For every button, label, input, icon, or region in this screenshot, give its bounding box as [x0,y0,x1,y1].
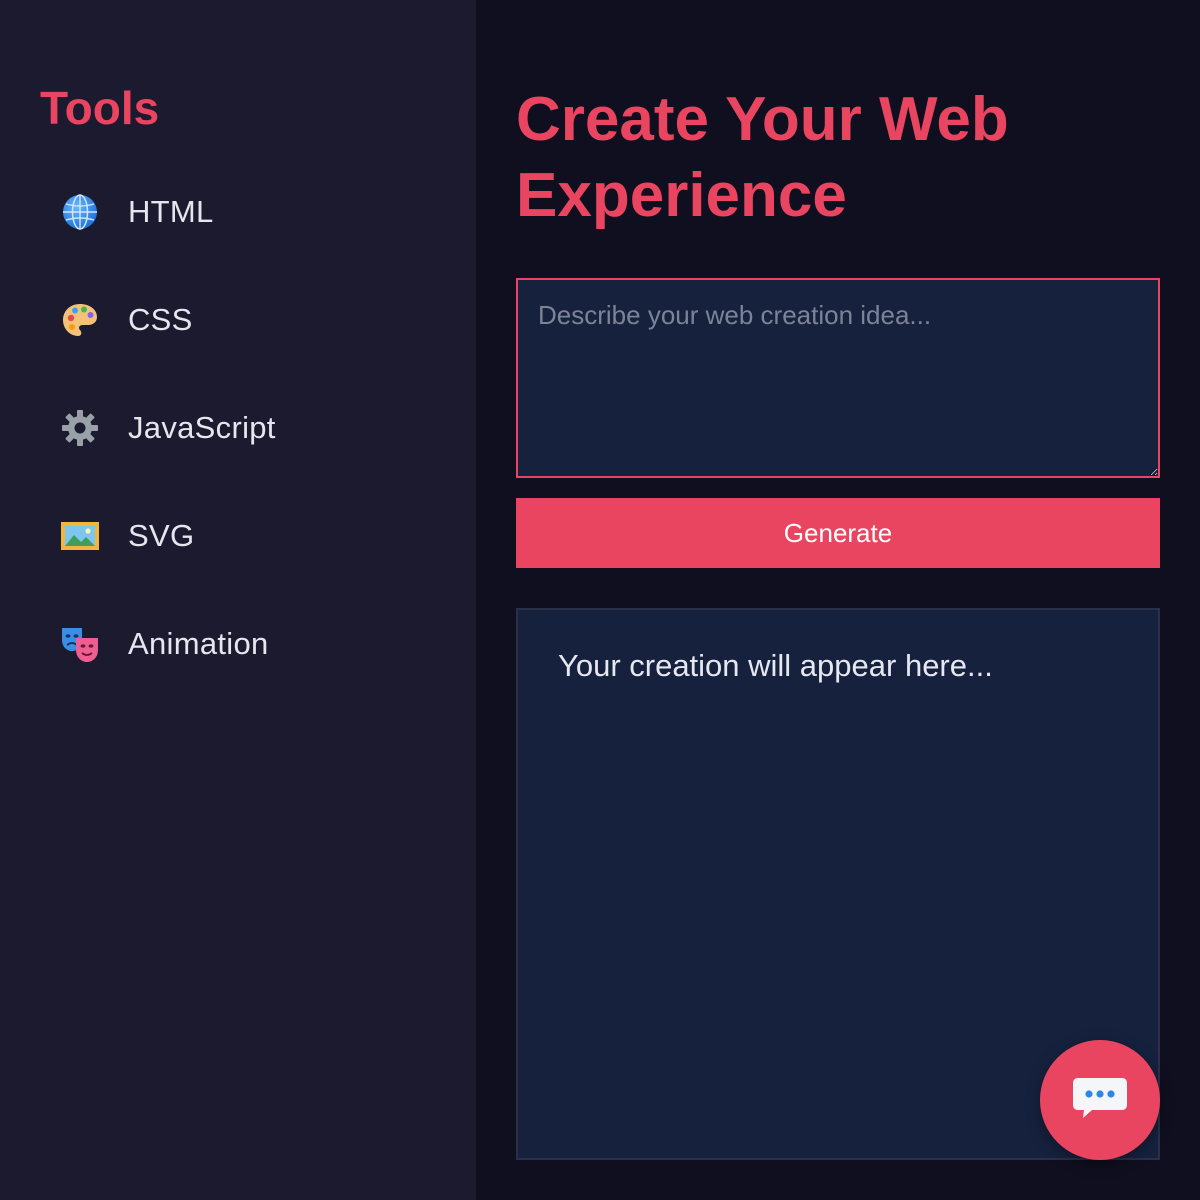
sidebar-item-html[interactable]: HTML [40,158,436,266]
globe-icon [60,192,100,232]
sidebar-item-label: Animation [128,626,269,661]
theater-masks-icon [60,624,100,664]
page-title: Create Your Web Experience [516,85,1009,230]
sidebar-item-javascript[interactable]: JavaScript [40,374,436,482]
generate-button[interactable]: Generate [516,498,1160,568]
sidebar-item-svg[interactable]: SVG [40,482,436,590]
main-content: Create Your Web Experience Generate Your… [476,0,1200,1200]
palette-icon [60,300,100,340]
sidebar: Tools HTML CSS JavaScript SVG Animation [0,0,476,1200]
gear-icon [60,408,100,448]
sidebar-item-label: CSS [128,302,193,337]
app-window: Tools HTML CSS JavaScript SVG Animation … [0,0,1200,1200]
idea-input[interactable] [516,278,1160,478]
output-placeholder: Your creation will appear here... [558,648,993,683]
sidebar-item-label: HTML [128,194,214,229]
sidebar-item-label: SVG [128,518,195,553]
sidebar-title: Tools [40,82,160,134]
sidebar-item-animation[interactable]: Animation [40,590,436,698]
sidebar-item-css[interactable]: CSS [40,266,436,374]
sidebar-item-label: JavaScript [128,410,276,445]
chat-button[interactable] [1040,1040,1160,1160]
framed-picture-icon [60,516,100,556]
tool-list: HTML CSS JavaScript SVG Animation [40,158,436,698]
speech-bubble-icon [1072,1074,1128,1127]
